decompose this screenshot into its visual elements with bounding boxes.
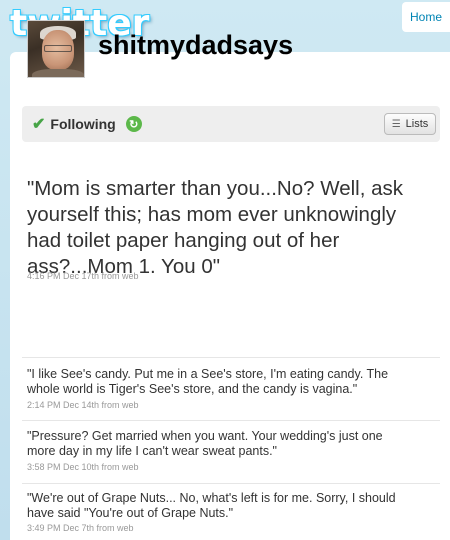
tweet-text: "Pressure? Get married when you want. Yo…: [27, 429, 383, 458]
avatar[interactable]: [27, 20, 85, 78]
divider: [22, 483, 440, 484]
featured-tweet-text: "Mom is smarter than you...No? Well, ask…: [27, 177, 404, 278]
lists-label: Lists: [405, 118, 429, 130]
featured-tweet-meta[interactable]: 4:16 PM Dec 17th from web: [27, 271, 139, 281]
tweet-text: "I like See's candy. Put me in a See's s…: [27, 367, 389, 396]
refresh-icon[interactable]: ↻: [125, 116, 142, 132]
tweet-meta[interactable]: 3:58 PM Dec 10th from web: [27, 462, 139, 472]
avatar-shirt: [32, 69, 84, 77]
profile-action-bar: ✔ Following ↻ ☰ Lists: [22, 106, 440, 142]
tweet-meta[interactable]: 2:14 PM Dec 14th from web: [27, 400, 139, 410]
avatar-glasses: [44, 45, 72, 52]
following-button[interactable]: ✔ Following ↻: [32, 114, 142, 134]
divider: [22, 420, 440, 421]
list-icon: ☰: [391, 118, 401, 130]
home-link[interactable]: Home: [402, 2, 450, 32]
tweet-text: "We're out of Grape Nuts... No, what's l…: [27, 491, 396, 520]
divider: [22, 357, 440, 358]
lists-button[interactable]: ☰ Lists: [384, 113, 436, 135]
tweet-meta[interactable]: 3:49 PM Dec 7th from web: [27, 523, 134, 533]
following-label: Following: [50, 116, 116, 132]
checkmark-icon: ✔: [32, 116, 46, 133]
profile-username: shitmydadsays: [98, 30, 294, 60]
